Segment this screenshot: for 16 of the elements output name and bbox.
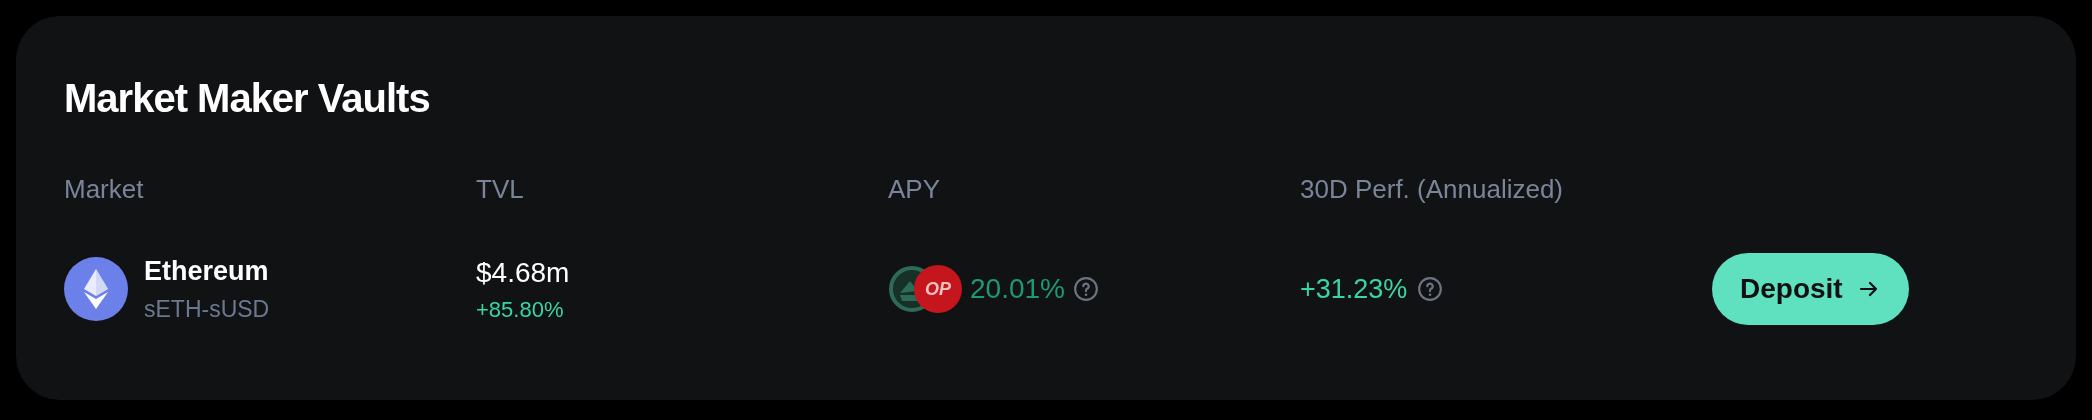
column-header: TVL [476,173,524,206]
performance-value: +31.23% [1300,272,1408,306]
tvl-value: $4.68m [476,255,571,290]
column-header: APY [888,173,941,206]
op-token-logo: OP [914,265,962,313]
ethereum-logo-icon [64,257,128,321]
apy-value: 20.01% [970,272,1065,306]
market-name: Ethereum [144,254,270,288]
help-icon[interactable] [1417,276,1444,302]
column-header: Market [64,173,144,206]
tvl-change: +85.80% [476,295,565,324]
section-title: Market Maker Vaults [64,78,431,118]
help-icon[interactable] [1072,276,1099,302]
column-header: 30D Perf. (Annualized) [1300,173,1564,206]
deposit-button[interactable]: Deposit [1712,253,1909,325]
market-pair: sETH-sUSD [144,294,270,324]
